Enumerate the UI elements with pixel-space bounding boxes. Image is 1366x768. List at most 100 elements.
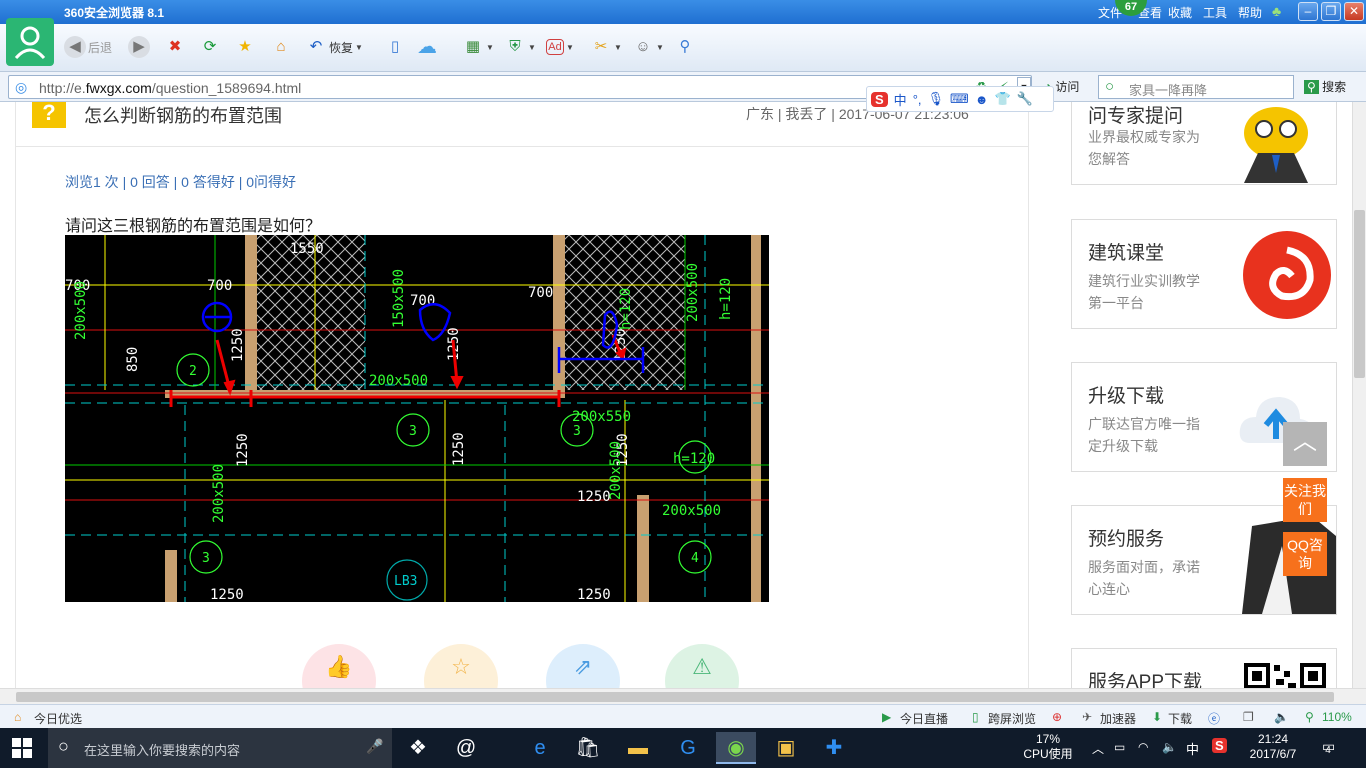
clock-date: 2017/6/7: [1249, 747, 1297, 761]
wrench-icon[interactable]: 🔧: [1017, 91, 1033, 107]
accelerator-link[interactable]: 加速器: [1100, 710, 1136, 727]
image-viewer-icon[interactable]: ▣: [766, 732, 806, 764]
find-button[interactable]: ⚲: [674, 34, 696, 60]
download-link[interactable]: 下载: [1168, 710, 1192, 727]
security-button[interactable]: ⛨ ▼: [504, 34, 536, 60]
user-icon[interactable]: ☻: [975, 92, 989, 107]
microphone-icon[interactable]: 🎙: [928, 91, 945, 107]
start-button[interactable]: [12, 738, 34, 758]
sidebar-card-expert[interactable]: 问专家提问 业界最权威专家为您解答: [1071, 102, 1337, 185]
skin-icon[interactable]: ♣: [1272, 3, 1281, 19]
windows-logo-icon: [12, 738, 32, 758]
url-text[interactable]: http://e.fwxgx.com/question_1589694.html: [39, 80, 301, 96]
page-icon: ◎: [15, 79, 28, 95]
360-browser-icon[interactable]: ◉: [716, 732, 756, 764]
menu-tools[interactable]: 工具: [1203, 4, 1227, 21]
cad-drawing-image[interactable]: 700 700 700 1550 850 1250 1250 1250 1250…: [65, 235, 769, 602]
home-button[interactable]: ⌂: [270, 34, 292, 60]
favorite-button[interactable]: ★: [234, 34, 256, 60]
cpu-meter[interactable]: 17% CPU使用: [1016, 732, 1080, 762]
cad-beam: 200x500: [685, 263, 701, 322]
shirt-icon[interactable]: 👕: [994, 91, 1010, 107]
notification-center-button[interactable]: ▭4: [1322, 738, 1344, 758]
sidebar-card-classroom[interactable]: 建筑课堂 建筑行业实训教学第一平台: [1071, 219, 1337, 329]
question-stats: 浏览1 次 | 0 回答 | 0 答得好 | 0问得好: [65, 174, 297, 190]
share-icon: ⇗: [573, 654, 593, 679]
back-button[interactable]: ◀ 后退: [64, 34, 112, 60]
stop-button[interactable]: ✖: [164, 34, 186, 60]
vertical-scrollbar[interactable]: [1352, 102, 1366, 688]
scissors-icon: ✂: [594, 38, 608, 55]
app-g-icon[interactable]: G: [668, 732, 708, 764]
ie-icon[interactable]: ⓔ: [1208, 710, 1220, 727]
scrollbar-thumb[interactable]: [16, 692, 1334, 702]
cad-beam: 200x500: [662, 503, 721, 519]
address-row: ◎ http://e.fwxgx.com/question_1589694.ht…: [0, 72, 1366, 102]
card-desc: 广联达官方唯一指定升级下载: [1088, 416, 1200, 454]
store-icon[interactable]: 🛍: [568, 732, 608, 764]
file-explorer-icon[interactable]: ▬: [618, 732, 658, 764]
sidebar-card-app[interactable]: 服务APP下载: [1071, 648, 1337, 688]
today-picks-link[interactable]: 今日优选: [34, 710, 82, 727]
game-button[interactable]: ☺ ▼: [632, 34, 664, 60]
screenshot-button[interactable]: ✂ ▼: [590, 34, 622, 60]
app-browser-icon[interactable]: @: [446, 732, 486, 764]
notification-count: 4: [1325, 745, 1331, 756]
adblock-button[interactable]: Ad ▼: [546, 34, 574, 60]
taskbar-search-input[interactable]: ○ 在这里输入你要搜索的内容 🎤: [48, 728, 392, 768]
cross-screen-link[interactable]: 跨屏浏览: [988, 710, 1036, 727]
visit-label: 访问: [1055, 80, 1080, 94]
back-to-top-button[interactable]: ︿: [1283, 422, 1327, 466]
edge-icon[interactable]: e: [520, 732, 560, 764]
remote-app-icon[interactable]: ✚: [814, 732, 854, 764]
forward-button[interactable]: ▶: [128, 34, 150, 60]
close-button[interactable]: ✕: [1344, 2, 1364, 21]
clock[interactable]: 21:24 2017/6/7: [1240, 732, 1306, 762]
zoom-icon: ⚲: [1305, 710, 1314, 724]
horizontal-scrollbar[interactable]: [0, 688, 1366, 704]
cloud-icon: ☁: [417, 36, 437, 58]
window-icon[interactable]: ❐: [1243, 710, 1254, 724]
refresh-button[interactable]: ⟳: [199, 34, 221, 60]
gift-icon: ⌂: [14, 710, 22, 724]
punctuation-icon[interactable]: °,: [913, 92, 922, 107]
apps-button[interactable]: ▦ ▼: [462, 34, 494, 60]
ime-toolbar[interactable]: S 中 °, 🎙 ⌨ ☻ 👕 🔧: [866, 86, 1054, 112]
speaker-icon[interactable]: 🔈: [1274, 710, 1289, 724]
search-button[interactable]: ⚲ 搜索: [1304, 78, 1346, 95]
follow-us-button[interactable]: 关注我们: [1283, 478, 1327, 522]
menu-help[interactable]: 帮助: [1238, 4, 1262, 21]
sogou-icon[interactable]: S: [1212, 738, 1227, 753]
user-avatar[interactable]: [6, 18, 54, 66]
forward-arrow-icon: ▶: [128, 36, 150, 58]
qq-consult-button[interactable]: QQ咨询: [1283, 532, 1327, 576]
card-desc: 服务面对面，承诺心连心: [1088, 559, 1200, 597]
cortana-icon: ○: [58, 736, 69, 756]
task-view-button[interactable]: ❖: [398, 732, 438, 764]
search-input[interactable]: ○ 家具一降再降: [1098, 75, 1294, 99]
cad-beam: 200x500: [369, 373, 428, 389]
mobile-button[interactable]: ▯: [384, 34, 406, 60]
zoom-level[interactable]: 110%: [1322, 710, 1352, 724]
plus-icon[interactable]: ⊕: [1052, 710, 1062, 724]
live-link[interactable]: 今日直播: [900, 710, 948, 727]
battery-icon[interactable]: ▭: [1114, 740, 1125, 754]
maximize-button[interactable]: ❐: [1321, 2, 1341, 21]
sogou-logo-icon: S: [871, 91, 888, 107]
clock-time: 21:24: [1257, 732, 1289, 746]
wifi-icon[interactable]: ◠: [1138, 740, 1148, 754]
cloud-button[interactable]: ☁: [416, 34, 438, 60]
restore-button[interactable]: ↶ 恢复 ▼: [305, 34, 363, 60]
apps-icon: ▦: [465, 38, 481, 55]
minimize-button[interactable]: –: [1298, 2, 1318, 21]
scrollbar-thumb[interactable]: [1354, 210, 1365, 378]
ime-mode[interactable]: 中: [894, 90, 907, 109]
tray-chevron-up-icon[interactable]: ︿: [1092, 740, 1104, 757]
keyboard-icon[interactable]: ⌨: [950, 91, 969, 107]
volume-icon[interactable]: 🔈: [1162, 740, 1177, 754]
download-icon: ⬇: [1152, 710, 1163, 724]
shield-icon: ⛨: [509, 38, 521, 55]
ime-indicator[interactable]: 中: [1186, 739, 1199, 758]
microphone-icon[interactable]: 🎤: [366, 738, 383, 755]
menu-favorites[interactable]: 收藏: [1168, 4, 1192, 21]
